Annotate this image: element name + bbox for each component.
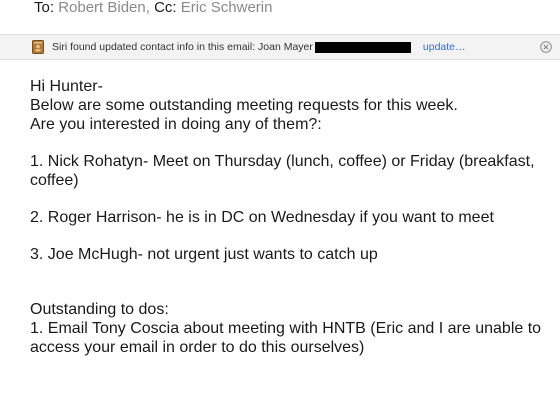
meeting-item-2: 2. Roger Harrison- he is in DC on Wednes… [30, 209, 494, 226]
redaction-bar [314, 41, 411, 53]
intro-line-1: Below are some outstanding meeting reque… [30, 97, 458, 114]
siri-suggestion-label: Siri found updated contact info in this … [52, 41, 313, 53]
meeting-item-3: 3. Joe McHugh- not urgent just wants to … [30, 246, 378, 263]
siri-suggestion-banner: Siri found updated contact info in this … [0, 34, 560, 60]
cc-recipient[interactable]: Eric Schwerin [181, 0, 273, 16]
email-view: To: Robert Biden, Cc: Eric Schwerin Siri… [0, 0, 560, 420]
to-recipient[interactable]: Robert Biden, [58, 0, 150, 16]
update-contact-button[interactable]: update… [423, 41, 466, 53]
contact-card-icon [32, 40, 44, 54]
to-label: To: [34, 0, 55, 16]
greeting-line: Hi Hunter- [30, 78, 103, 95]
recipients-header: To: Robert Biden, Cc: Eric Schwerin [34, 0, 272, 22]
message-body: Hi Hunter- Below are some outstanding me… [30, 77, 550, 357]
close-circle-icon[interactable] [540, 41, 552, 53]
cc-label: Cc: [154, 0, 177, 16]
meeting-item-1: 1. Nick Rohatyn- Meet on Thursday (lunch… [30, 153, 535, 189]
intro-line-2: Are you interested in doing any of them?… [30, 116, 322, 133]
siri-suggestion-text: Siri found updated contact info in this … [52, 41, 411, 53]
todo-item-1: 1. Email Tony Coscia about meeting with … [30, 320, 542, 356]
todos-heading: Outstanding to dos: [30, 301, 169, 318]
